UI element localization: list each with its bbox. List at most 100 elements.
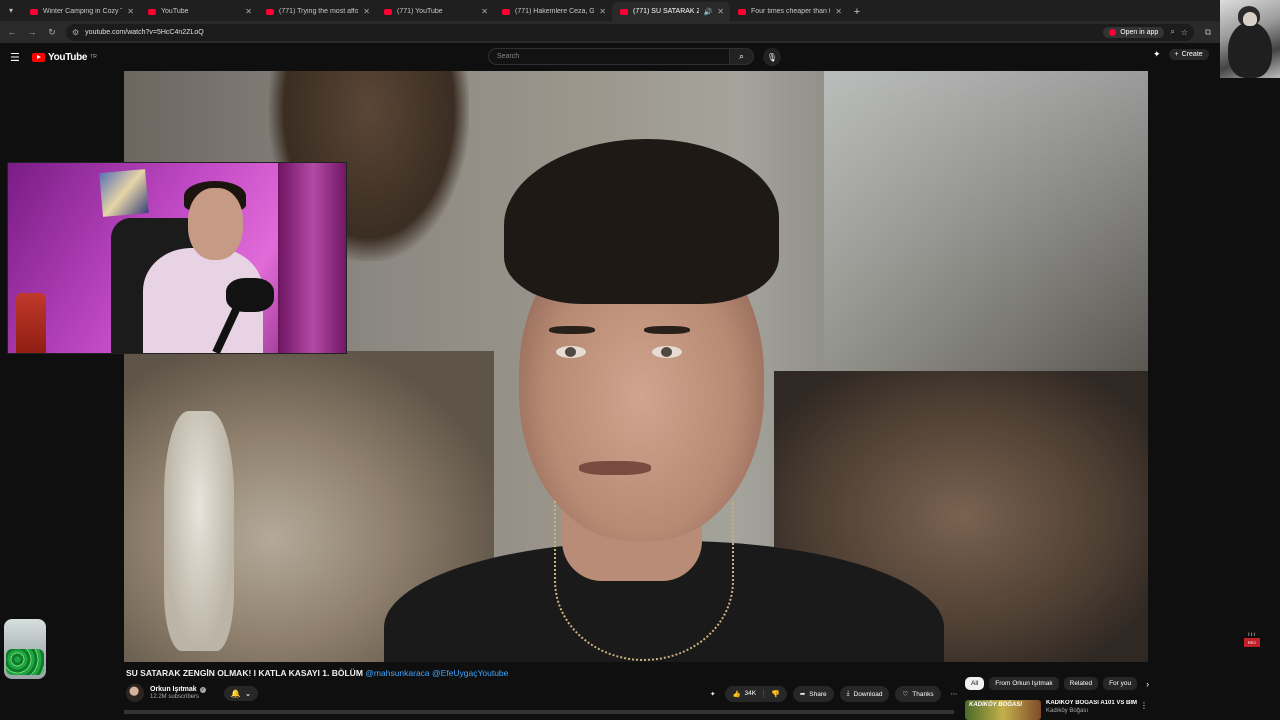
search-icon: ⌕ — [738, 51, 745, 61]
seek-bar[interactable] — [124, 710, 954, 714]
zoom-icon[interactable]: ⌕ — [1170, 27, 1174, 37]
youtube-logo-word: YouTube — [48, 51, 88, 63]
youtube-header: ☰ YouTube TR Search ⌕ 🎙 ✦ + Create — [0, 43, 1220, 71]
title-mentions-link[interactable]: @mahsunkaraca @EfeUygaçYoutube — [365, 668, 508, 678]
subscribed-notifications-button[interactable]: 🔔 ⌄ — [223, 685, 259, 701]
browser-tab[interactable]: YouTube ✕ — [140, 2, 258, 21]
share-arrow-icon: ➦ — [799, 691, 806, 698]
youtube-favicon-icon — [30, 8, 38, 15]
ai-sparkle-icon[interactable]: ✦ — [706, 686, 719, 702]
related-title[interactable]: KADIKÖY BOĞASI A101 VS BİM — [1046, 700, 1137, 706]
youtube-app-icon — [1109, 28, 1117, 36]
search-button[interactable]: ⌕ — [730, 48, 754, 65]
chevron-down-icon: ⌄ — [244, 688, 252, 698]
speaker-icon[interactable]: 🔊 — [704, 8, 713, 16]
youtube-play-logo-icon — [32, 52, 45, 62]
related-more-icon[interactable]: ⋮ — [1140, 701, 1148, 710]
chip-all[interactable]: All — [965, 677, 985, 690]
extension-puzzle-icon[interactable]: ✦ — [1153, 49, 1161, 60]
browser-tab[interactable]: Winter Camping in Cozy Treeh ✕ — [22, 2, 140, 21]
chip-related[interactable]: Related — [1063, 677, 1099, 690]
youtube-favicon-icon — [148, 8, 156, 15]
thanks-icon: ♡ — [902, 691, 909, 698]
close-tab-icon[interactable]: ✕ — [363, 7, 370, 16]
like-count: 34K — [744, 690, 757, 697]
thumbnail-text: KADIKÖY BOĞASI — [969, 702, 1022, 708]
video-actions: ✦ 👍 34K 👎 ➦ Share ⤓ Download ♡ Thanks ⋯ — [706, 686, 961, 702]
browser-tab[interactable]: Four times cheaper than the F ✕ — [730, 2, 848, 21]
youtube-favicon-icon — [502, 8, 510, 15]
corner-overlay-photo — [1220, 0, 1280, 78]
reload-icon[interactable]: ↻ — [46, 27, 58, 38]
browser-toolbar: ← → ↻ ⚙ youtube.com/watch?v=5HcC4n2ZLoQ … — [0, 21, 1220, 43]
tab-title: (771) SU SATARAK ZENGİN — [633, 8, 699, 15]
channel-info: Orkun Işıtmak ✓ 12.2M subscribers 🔔 ⌄ — [126, 684, 259, 702]
browser-tab[interactable]: (771) YouTube ✕ — [376, 2, 494, 21]
stream-badge: ııı REC — [1242, 632, 1262, 652]
related-video-item[interactable]: KADIKÖY BOĞASI KADIKÖY BOĞASI A101 VS Bİ… — [965, 700, 1150, 720]
open-in-app-button[interactable]: Open in app — [1103, 26, 1165, 38]
youtube-favicon-icon — [738, 8, 746, 15]
bell-icon: 🔔 — [230, 688, 241, 698]
channel-name-row[interactable]: Orkun Işıtmak ✓ — [150, 686, 206, 693]
browser-tab[interactable]: (771) Trying the most affordab ✕ — [258, 2, 376, 21]
video-frame — [124, 71, 1148, 662]
site-info-icon[interactable]: ⚙ — [72, 28, 79, 37]
url-text: youtube.com/watch?v=5HcC4n2ZLoQ — [85, 28, 204, 36]
channel-name[interactable]: Orkun Işıtmak — [150, 686, 197, 693]
plus-icon: + — [1174, 51, 1179, 58]
stream-jar-widget — [4, 619, 46, 679]
thanks-button[interactable]: ♡ Thanks — [895, 686, 941, 702]
close-tab-icon[interactable]: ✕ — [599, 7, 606, 16]
video-title-text: SU SATARAK ZENGİN OLMAK! I KATLA KASAYI … — [126, 668, 363, 678]
like-button[interactable]: 👍 34K — [725, 690, 765, 698]
streamer-webcam-overlay — [7, 162, 347, 354]
close-tab-icon[interactable]: ✕ — [127, 7, 134, 16]
back-arrow-icon[interactable]: ← — [6, 27, 18, 37]
chevron-right-icon[interactable]: › — [1146, 679, 1149, 689]
download-icon: ⤓ — [846, 690, 850, 697]
tab-search-menu-icon[interactable]: ▾ — [0, 0, 22, 21]
close-tab-icon[interactable]: ✕ — [245, 7, 252, 16]
video-player[interactable] — [124, 71, 1148, 662]
new-tab-button[interactable]: + — [848, 2, 866, 21]
chip-from-channel[interactable]: From Orkun Işıtmak — [989, 677, 1059, 690]
tab-title: (771) Hakemlere Ceza, Galatas — [515, 8, 595, 15]
badge-label: REC — [1244, 638, 1260, 647]
forward-arrow-icon[interactable]: → — [26, 27, 38, 37]
share-label: Share — [809, 690, 827, 698]
dislike-button[interactable]: 👎 — [764, 690, 787, 698]
thumbs-down-icon: 👎 — [771, 691, 780, 698]
verified-check-icon: ✓ — [199, 686, 206, 693]
related-thumbnail[interactable]: KADIKÖY BOĞASI — [965, 700, 1041, 720]
tab-title: (771) Trying the most affordab — [279, 8, 359, 15]
related-channel: Kadıköy Boğası — [1046, 708, 1089, 714]
voice-search-button[interactable]: 🎙 — [763, 48, 781, 66]
youtube-favicon-icon — [266, 8, 274, 15]
microphone-icon: 🎙 — [766, 52, 778, 62]
close-tab-icon[interactable]: ✕ — [481, 7, 488, 16]
channel-avatar[interactable] — [126, 684, 144, 702]
youtube-logo[interactable]: YouTube TR — [32, 52, 97, 63]
subscriber-count: 12.2M subscribers — [150, 694, 200, 700]
extensions-icon[interactable]: ⧉ — [1202, 27, 1214, 38]
chip-for-you[interactable]: For you — [1103, 677, 1138, 690]
download-button[interactable]: ⤓ Download — [839, 686, 890, 702]
address-bar[interactable]: ⚙ youtube.com/watch?v=5HcC4n2ZLoQ Open i… — [66, 23, 1194, 41]
more-actions-icon[interactable]: ⋯ — [947, 686, 962, 702]
download-label: Download — [853, 690, 883, 698]
create-button[interactable]: + Create — [1168, 49, 1209, 60]
create-label: Create — [1181, 51, 1203, 58]
close-tab-icon[interactable]: ✕ — [835, 7, 842, 16]
browser-tab[interactable]: (771) Hakemlere Ceza, Galatas ✕ — [494, 2, 612, 21]
search-input[interactable]: Search — [488, 48, 730, 65]
region-code: TR — [90, 53, 97, 60]
bookmark-star-icon[interactable]: ☆ — [1181, 28, 1188, 37]
close-tab-icon[interactable]: ✕ — [717, 7, 724, 16]
thanks-label: Thanks — [912, 690, 934, 698]
browser-tab-active[interactable]: (771) SU SATARAK ZENGİN 🔊 ✕ — [612, 2, 730, 21]
tab-title: Four times cheaper than the F — [751, 8, 830, 15]
menu-hamburger-icon[interactable]: ☰ — [10, 51, 22, 64]
browser-tab-strip: ▾ Winter Camping in Cozy Treeh ✕ YouTube ✕… — [0, 0, 1280, 21]
share-button[interactable]: ➦ Share — [792, 686, 834, 702]
